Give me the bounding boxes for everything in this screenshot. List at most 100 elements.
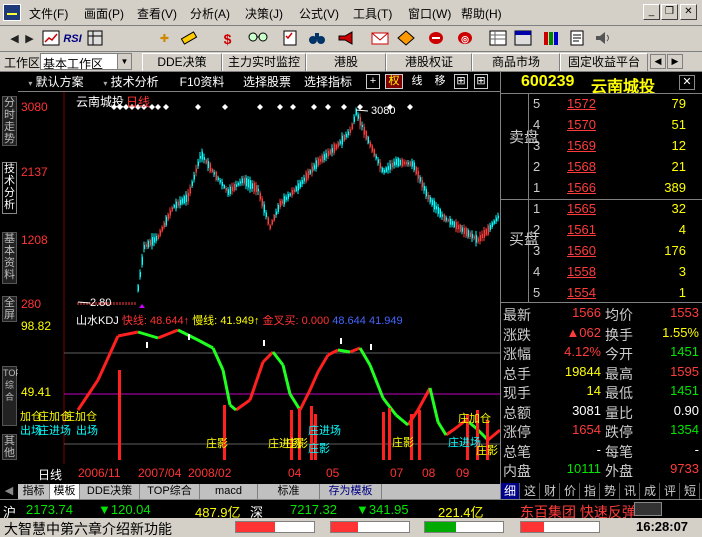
tab-commodity[interactable]: 商品市场: [472, 53, 560, 71]
close-button[interactable]: ✕: [680, 4, 697, 20]
menu-screen[interactable]: 画面(P): [84, 5, 124, 22]
quote-tab[interactable]: 势: [601, 483, 620, 499]
candle-body: [451, 221, 453, 225]
default-scheme-button[interactable]: ▾ 默认方案: [22, 73, 90, 91]
buy-price[interactable]: 1565: [567, 201, 596, 216]
move-toggle[interactable]: 移: [431, 74, 449, 89]
bottom-tab-save-template[interactable]: 存为模板: [320, 484, 382, 499]
menu-formula[interactable]: 公式(V): [299, 5, 339, 22]
link-icon[interactable]: [425, 29, 446, 49]
crosshair-icon[interactable]: ✚: [154, 29, 175, 49]
menu-file[interactable]: 文件(F): [29, 5, 68, 22]
mail-icon[interactable]: [369, 29, 390, 49]
workspace-select[interactable]: 基本工作区 ▼: [40, 53, 132, 71]
zoom-in-icon[interactable]: +: [366, 74, 380, 89]
tab-scroll-left-icon[interactable]: ◀: [650, 54, 666, 69]
grid-icon[interactable]: [487, 29, 508, 49]
left-tab-tech-analysis[interactable]: 技术分析: [2, 162, 17, 214]
glasses-icon[interactable]: [247, 29, 268, 49]
tab-fixed-income[interactable]: 固定收益平台: [560, 53, 648, 71]
bottom-tab-macd[interactable]: macd: [200, 484, 258, 499]
books-icon[interactable]: [540, 29, 561, 49]
minimize-button[interactable]: _: [643, 4, 660, 20]
tab-dde[interactable]: DDE决策: [142, 53, 222, 71]
binoculars-icon[interactable]: [306, 29, 327, 49]
bottom-tab-dde[interactable]: DDE决策: [80, 484, 140, 499]
sell-price[interactable]: 1568: [567, 159, 596, 174]
bottom-tab-indicator[interactable]: 指标: [18, 484, 50, 499]
signal-diamond: [325, 104, 331, 110]
checklist-icon[interactable]: [279, 29, 300, 49]
left-tab-intraday[interactable]: 分时走势: [2, 96, 17, 146]
quote-tab[interactable]: 细: [501, 483, 520, 499]
megaphone-icon[interactable]: [335, 29, 356, 49]
menu-analysis[interactable]: 分析(A): [190, 5, 230, 22]
sell-price[interactable]: 1566: [567, 180, 596, 195]
candle-body: [161, 226, 163, 232]
quote-tab[interactable]: 短: [681, 483, 700, 499]
left-tab-top[interactable]: TOP综合: [2, 366, 21, 426]
line-toggle[interactable]: 线: [408, 74, 426, 89]
left-tab-fullscreen[interactable]: 全屏: [2, 296, 17, 322]
quote-tab[interactable]: 指: [581, 483, 600, 499]
select-indicator-button[interactable]: 选择指标: [298, 73, 358, 91]
marquee-text[interactable]: 大智慧中第六章介绍新功能: [4, 519, 172, 537]
buy-price[interactable]: 1561: [567, 222, 596, 237]
layout-alt-icon[interactable]: ⊞: [474, 74, 488, 89]
candle-body: [193, 174, 195, 180]
tab-scroll-right-icon[interactable]: ▶: [667, 54, 683, 69]
rights-toggle[interactable]: 权: [385, 74, 403, 89]
app-icon[interactable]: [3, 4, 21, 21]
indicator-chart[interactable]: 山水KDJ 快线: 48.644↑ 慢线: 41.949↑ 金叉买: 0.000…: [18, 310, 500, 464]
layout-icon[interactable]: ⊞: [454, 74, 468, 89]
menu-decision[interactable]: 决策(J): [245, 5, 283, 22]
tab-main-monitor[interactable]: 主力实时监控: [222, 53, 306, 71]
buy-price[interactable]: 1554: [567, 285, 596, 300]
buy-price[interactable]: 1560: [567, 243, 596, 258]
candle-body: [369, 141, 371, 147]
bottom-tab-template[interactable]: 模板: [50, 484, 80, 499]
dollar-icon[interactable]: $: [217, 29, 238, 49]
quote-tab[interactable]: 成: [641, 483, 660, 499]
restore-button[interactable]: ❐: [661, 4, 678, 20]
speaker-icon[interactable]: [592, 29, 613, 49]
menu-window[interactable]: 窗口(W): [408, 5, 451, 22]
rsi-icon[interactable]: RSI: [62, 29, 83, 49]
bottom-scroll-icon[interactable]: ◀: [0, 484, 18, 499]
tab-hk-warrant[interactable]: 港股权证: [386, 53, 472, 71]
magnet-icon[interactable]: ◎: [454, 29, 475, 49]
left-tab-other[interactable]: 其他: [2, 434, 17, 460]
left-tab-basic-info[interactable]: 基本资料: [2, 232, 17, 284]
tech-analysis-button[interactable]: ▾ 技术分析: [96, 73, 166, 91]
sell-price[interactable]: 1569: [567, 138, 596, 153]
buy-price[interactable]: 1558: [567, 264, 596, 279]
candle-body: [445, 217, 447, 221]
table-icon[interactable]: [512, 29, 533, 49]
menu-help[interactable]: 帮助(H): [461, 5, 502, 22]
fast-line-label: 快线:: [121, 315, 147, 327]
quote-tab[interactable]: 评: [661, 483, 680, 499]
bottom-tab-standard[interactable]: 标准: [258, 484, 320, 499]
diamond-icon[interactable]: [395, 29, 416, 49]
tab-hk-stock[interactable]: 港股: [306, 53, 386, 71]
select-stock-button[interactable]: 选择股票: [238, 73, 296, 91]
quote-tab[interactable]: 讯: [621, 483, 640, 499]
quote-tab[interactable]: 这: [521, 483, 540, 499]
chevron-down-icon[interactable]: ▼: [117, 54, 131, 69]
quote-tab[interactable]: 财: [541, 483, 560, 499]
menu-view[interactable]: 查看(V): [137, 5, 177, 22]
forward-icon[interactable]: ▶: [19, 29, 40, 49]
sell-price[interactable]: 1570: [567, 117, 596, 132]
f10-button[interactable]: F10资料: [170, 73, 234, 91]
candlestick-chart[interactable]: 云南城投 日线 3080 2.80 3080 2137 1208 280: [18, 92, 500, 311]
table-view-icon[interactable]: [84, 29, 105, 49]
bottom-tab-top[interactable]: TOP综合: [140, 484, 200, 499]
sell-price[interactable]: 1572: [567, 96, 596, 111]
report-icon[interactable]: [566, 29, 587, 49]
ruler-icon[interactable]: [178, 29, 199, 49]
chart-icon[interactable]: [40, 29, 61, 49]
candle-body: [421, 180, 423, 188]
menu-tools[interactable]: 工具(T): [353, 5, 392, 22]
close-panel-icon[interactable]: ✕: [679, 75, 695, 90]
quote-tab[interactable]: 价: [561, 483, 580, 499]
